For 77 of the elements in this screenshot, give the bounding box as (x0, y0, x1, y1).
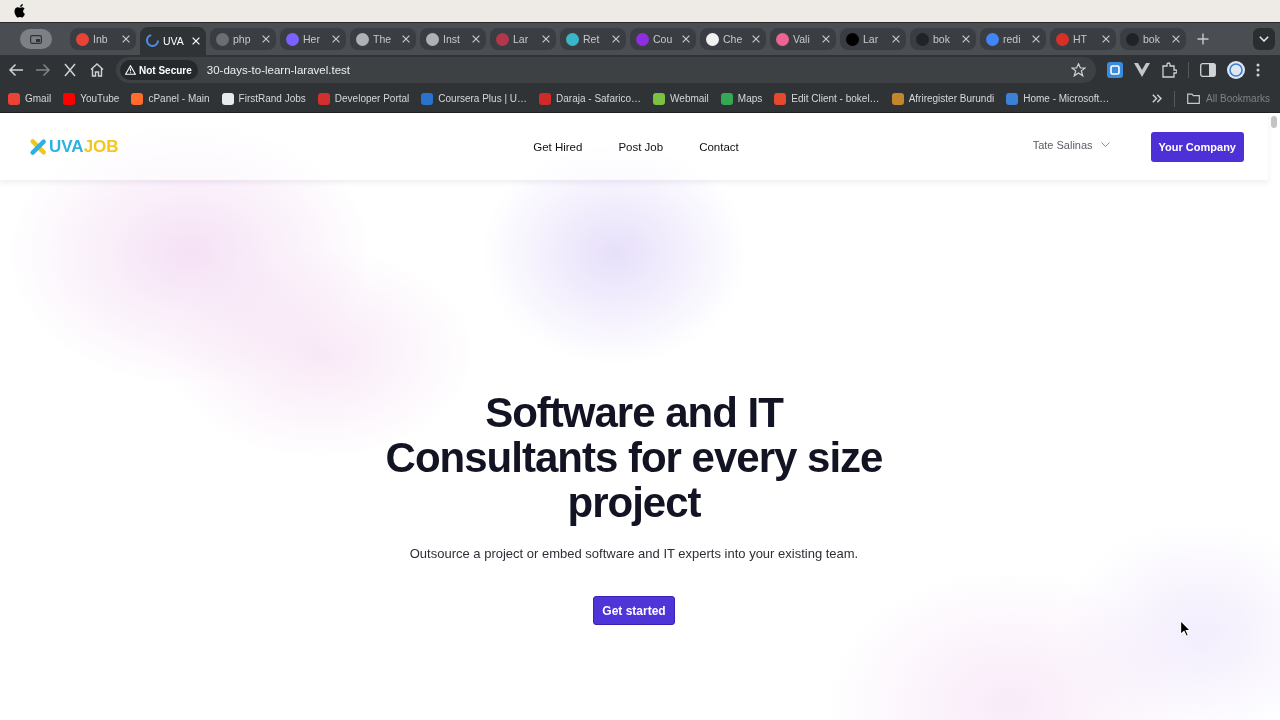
nav-link[interactable]: Post Job (618, 140, 664, 153)
avatar-icon[interactable] (1227, 61, 1245, 79)
tab-search-button[interactable] (20, 29, 52, 49)
browser-tab[interactable]: Inst (420, 28, 486, 50)
close-icon[interactable] (1032, 35, 1040, 43)
close-icon[interactable] (752, 35, 760, 43)
browser-tab[interactable]: Her (280, 28, 346, 50)
close-icon[interactable] (892, 35, 900, 43)
apple-icon (14, 4, 26, 18)
bookmark-item[interactable]: Webmail (653, 92, 709, 105)
browser-tab[interactable]: Cou (630, 28, 696, 50)
browser-tab[interactable]: Che (700, 28, 766, 50)
tab-list-button[interactable] (1253, 28, 1275, 50)
browser-tab[interactable]: Lar (840, 28, 906, 50)
close-icon[interactable] (402, 35, 410, 43)
close-icon[interactable] (1172, 35, 1180, 43)
close-icon[interactable] (332, 35, 340, 43)
security-chip[interactable]: Not Secure (120, 60, 198, 80)
bookmark-item[interactable]: Edit Client - bokel… (774, 92, 880, 105)
url-text[interactable]: 30-days-to-learn-laravel.test (206, 64, 1062, 76)
browser-tab[interactable]: bok (1120, 28, 1186, 50)
side-panel-icon[interactable] (1200, 63, 1216, 77)
address-field[interactable]: Not Secure 30-days-to-learn-laravel.test (116, 57, 1096, 83)
close-icon[interactable] (122, 35, 130, 43)
browser-tab[interactable]: bok (910, 28, 976, 50)
bookmark-item[interactable]: FirstRand Jobs (221, 92, 306, 105)
plus-icon[interactable] (1197, 33, 1209, 45)
close-icon[interactable] (262, 35, 270, 43)
browser-tab[interactable]: The (350, 28, 416, 50)
browser-tab[interactable]: Lar (490, 28, 556, 50)
forward-arrow-icon[interactable] (35, 63, 51, 77)
bookmark-item[interactable]: Developer Portal (317, 92, 410, 105)
extension-icon[interactable] (1107, 62, 1123, 78)
get-started-button[interactable]: Get started (593, 596, 675, 625)
close-icon[interactable] (612, 35, 620, 43)
hero-subtitle: Outsource a project or embed software and IT experts into your existing team. (409, 545, 859, 563)
nav-link[interactable]: Get Hired (533, 140, 583, 153)
bookmark-item[interactable]: YouTube (63, 92, 120, 105)
more-vertical-icon[interactable] (1256, 63, 1260, 77)
mouse-pointer-icon (1180, 620, 1191, 637)
home-icon[interactable] (89, 63, 105, 77)
close-icon[interactable] (472, 35, 480, 43)
browser-tab[interactable]: Vali (770, 28, 836, 50)
back-arrow-icon[interactable] (8, 63, 24, 77)
user-menu[interactable]: Tate Salinas (1032, 138, 1110, 151)
v-shape-icon[interactable] (1134, 63, 1150, 77)
scrollbar-thumb[interactable] (1271, 116, 1277, 128)
chevron-down-icon (1259, 36, 1269, 42)
tabs-icon (30, 34, 42, 44)
browser-tab[interactable]: redi (980, 28, 1046, 50)
browser-tab[interactable]: Inb (70, 28, 136, 50)
bookmark-item[interactable]: cPanel - Main (131, 92, 210, 105)
close-icon[interactable] (1102, 35, 1110, 43)
bookmark-item[interactable]: Coursera Plus | U… (421, 92, 528, 105)
star-icon[interactable] (1071, 63, 1086, 77)
stop-icon[interactable] (62, 63, 78, 77)
bookmark-item[interactable]: Daraja - Safarico… (539, 92, 642, 105)
folder-icon (1187, 93, 1201, 104)
hero-heading: Software and IT Consultants for every size project (384, 390, 884, 525)
close-icon[interactable] (542, 35, 550, 43)
browser-tab[interactable]: php (210, 28, 276, 50)
warning-icon (125, 65, 136, 75)
browser-tab[interactable]: UVA (140, 27, 206, 55)
browser-tab[interactable]: HT (1050, 28, 1116, 50)
nav-link[interactable]: Contact (699, 140, 739, 153)
bookmark-item[interactable]: Afriregister Burundi (891, 92, 995, 105)
company-button[interactable]: Your Company (1150, 131, 1244, 162)
chevron-down-icon (1100, 142, 1110, 147)
close-icon[interactable] (822, 35, 830, 43)
browser-tab[interactable]: Ret (560, 28, 626, 50)
bookmark-item[interactable]: Maps (720, 92, 763, 105)
puzzle-icon[interactable] (1161, 62, 1177, 78)
close-icon[interactable] (682, 35, 690, 43)
double-chevron-icon[interactable] (1152, 94, 1163, 103)
close-icon[interactable] (962, 35, 970, 43)
bookmark-item[interactable]: Gmail (8, 92, 52, 105)
bookmark-item[interactable]: Home - Microsoft… (1006, 92, 1110, 105)
